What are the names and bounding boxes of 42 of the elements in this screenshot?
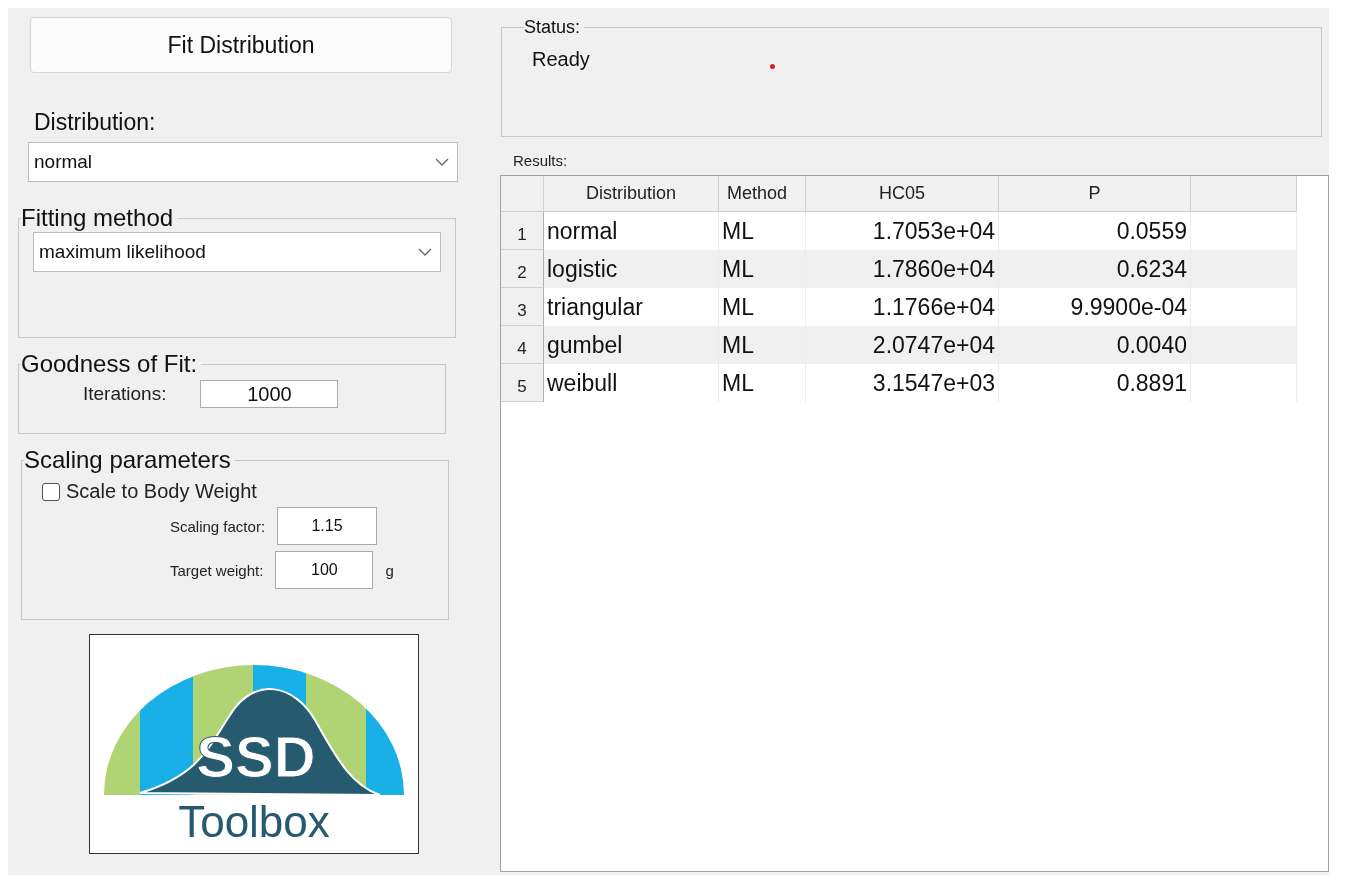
column-header[interactable]: P bbox=[999, 176, 1191, 212]
iterations-field[interactable]: 1000 bbox=[200, 380, 339, 408]
chevron-down-icon bbox=[435, 158, 449, 166]
fitting-method-dropdown[interactable]: maximum likelihood bbox=[33, 232, 441, 272]
distribution-label: Distribution: bbox=[34, 109, 157, 136]
table-cell: logistic bbox=[544, 250, 719, 288]
status-title: Status: bbox=[524, 17, 582, 38]
logo-drawing: SSD Toolbox bbox=[90, 635, 418, 853]
checkbox[interactable] bbox=[42, 482, 60, 501]
table-cell: triangular bbox=[544, 288, 719, 326]
goodness-of-fit-title: Goodness of Fit: bbox=[21, 350, 199, 378]
column-header[interactable]: HC05 bbox=[806, 176, 999, 212]
dot-mark bbox=[770, 64, 775, 69]
checkbox-label: Scale to Body Weight bbox=[66, 480, 257, 503]
row-number: 1 bbox=[501, 212, 544, 250]
table-cell: ML bbox=[719, 250, 806, 288]
fit-distribution-button[interactable]: Fit Distribution bbox=[30, 17, 452, 73]
table-cell: ML bbox=[719, 326, 806, 364]
target-weight-field[interactable]: 100 bbox=[275, 551, 374, 589]
row-number: 4 bbox=[501, 326, 544, 364]
table-cell: 1.7860e+04 bbox=[806, 250, 999, 288]
target-weight-label: Target weight: bbox=[170, 561, 264, 579]
scaling-factor-field[interactable]: 1.15 bbox=[277, 507, 378, 545]
fitting-method-title: Fitting method bbox=[21, 204, 175, 232]
results-label: Results: bbox=[513, 152, 569, 169]
table-cell: 2.0747e+04 bbox=[806, 326, 999, 364]
table-cell: 0.6234 bbox=[999, 250, 1191, 288]
row-number: 3 bbox=[501, 288, 544, 326]
table-cell: gumbel bbox=[544, 326, 719, 364]
scaling-factor-label: Scaling factor: bbox=[170, 517, 266, 535]
row-number: 5 bbox=[501, 364, 544, 402]
unit-label: g bbox=[385, 561, 394, 579]
table-cell: weibull bbox=[544, 364, 719, 402]
distribution-dropdown[interactable]: normal bbox=[28, 142, 458, 182]
scaling-parameters-title: Scaling parameters bbox=[24, 446, 232, 474]
status-text: Ready bbox=[532, 48, 590, 71]
table-cell: 0.0040 bbox=[999, 326, 1191, 364]
chevron-down-icon bbox=[418, 248, 432, 256]
row-number: 2 bbox=[501, 250, 544, 288]
column-header[interactable]: Method bbox=[719, 176, 806, 212]
iterations-label: Iterations: bbox=[83, 383, 167, 405]
column-header[interactable]: Distribution bbox=[544, 176, 719, 212]
